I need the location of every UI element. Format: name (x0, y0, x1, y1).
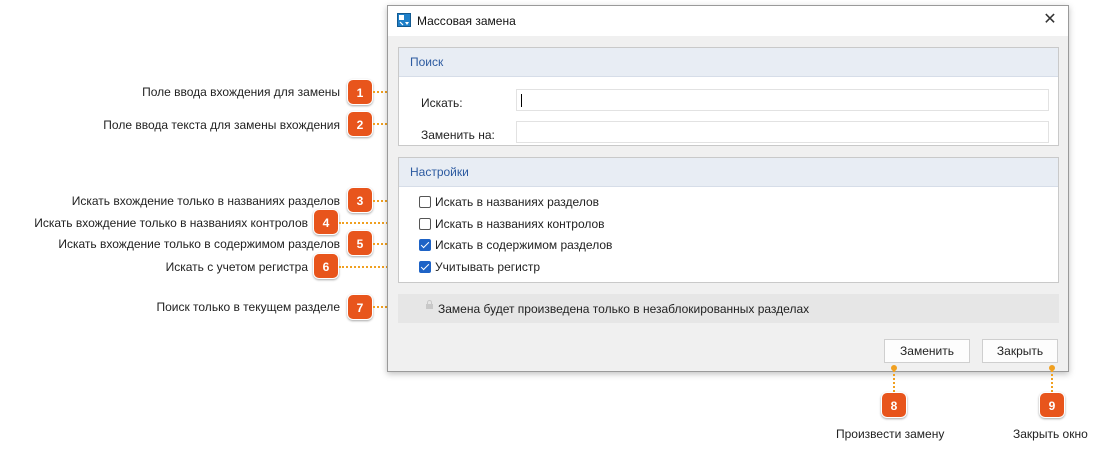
search-group: Поиск Искать: Заменить на: (398, 47, 1059, 146)
title-bar: Массовая замена ✕ (388, 6, 1068, 36)
annotation-label-9: Закрыть окно (1013, 427, 1088, 441)
settings-group-title: Настройки (410, 165, 469, 179)
checkbox-checked[interactable] (419, 239, 431, 251)
replace-button[interactable]: Заменить (884, 339, 970, 363)
close-icon[interactable]: ✕ (1040, 10, 1060, 30)
settings-group: Настройки Искать в названиях разделов Ис… (398, 157, 1059, 283)
annotation-label-7: Поиск только в текущем разделе (156, 300, 340, 314)
search-group-title: Поиск (410, 55, 444, 69)
annotation-badge-1: 1 (347, 79, 373, 105)
option-label: Искать в названиях контролов (435, 217, 605, 231)
annotation-label-1: Поле ввода вхождения для замены (142, 85, 340, 99)
annotation-badge-7: 7 (347, 294, 373, 320)
annotation-label-5: Искать вхождение только в содержимом раз… (58, 237, 340, 251)
checkbox-unchecked[interactable] (419, 196, 431, 208)
close-button[interactable]: Закрыть (982, 339, 1058, 363)
checkbox-unchecked[interactable] (419, 218, 431, 230)
annotation-label-4: Искать вхождение только в названиях конт… (34, 216, 308, 230)
checkbox-checked[interactable] (419, 261, 431, 273)
annotation-label-6: Искать с учетом регистра (165, 260, 308, 274)
option-label: Учитывать регистр (435, 260, 541, 274)
text-caret (521, 94, 522, 107)
option-label: Искать в названиях разделов (435, 195, 599, 209)
settings-group-header: Настройки (399, 158, 1058, 187)
mass-replace-dialog: Массовая замена ✕ Поиск Искать: Заменить… (387, 5, 1069, 372)
dialog-title: Массовая замена (417, 14, 516, 28)
annotation-badge-2: 2 (347, 111, 373, 137)
annotation-badge-4: 4 (313, 209, 339, 235)
option-label: Искать в содержимом разделов (435, 238, 613, 252)
annotation-leader-8 (893, 370, 895, 392)
annotation-label-2: Поле ввода текста для замены вхождения (103, 118, 340, 132)
annotation-leader-9 (1051, 370, 1053, 392)
find-label: Искать: (421, 96, 463, 110)
replace-label: Заменить на: (421, 128, 495, 142)
lock-icon (426, 300, 433, 309)
search-group-header: Поиск (399, 48, 1058, 77)
annotation-label-3: Искать вхождение только в названиях разд… (71, 194, 340, 208)
annotation-badge-9: 9 (1039, 392, 1065, 418)
annotation-badge-3: 3 (347, 187, 373, 213)
annotation-badge-8: 8 (881, 392, 907, 418)
find-input[interactable] (516, 89, 1049, 111)
notice-text: Замена будет произведена только в незабл… (438, 302, 810, 316)
replace-input[interactable] (516, 121, 1049, 143)
annotation-label-8: Произвести замену (836, 427, 945, 441)
replace-app-icon (397, 13, 411, 27)
annotation-badge-5: 5 (347, 230, 373, 256)
annotation-badge-6: 6 (313, 253, 339, 279)
unlocked-sections-notice: Замена будет произведена только в незабл… (398, 294, 1059, 323)
